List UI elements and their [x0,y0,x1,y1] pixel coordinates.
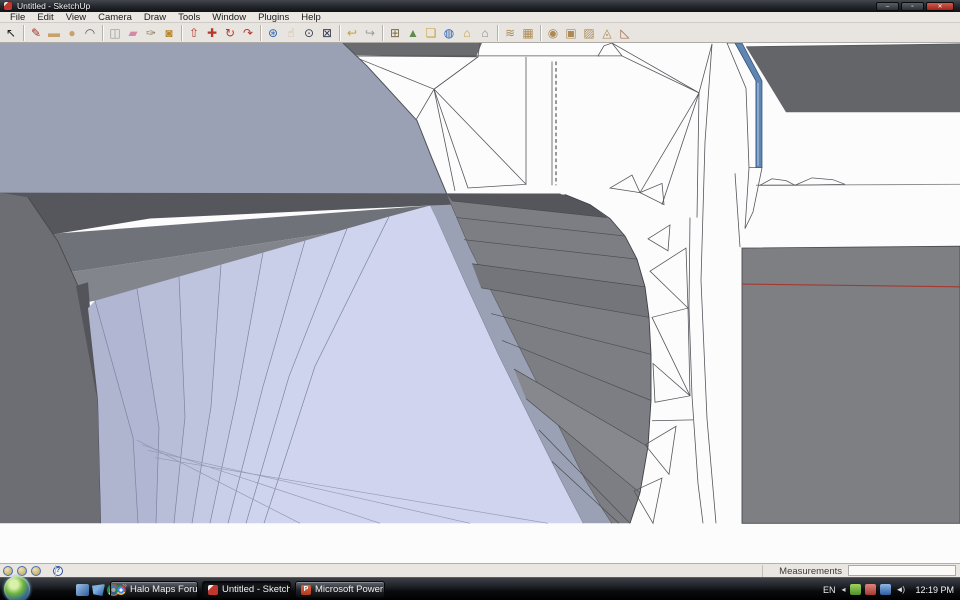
status-coin-2[interactable] [17,566,27,576]
sketchup-window: Untitled - SketchUp – ▫ ✕ File Edit View Ca… [0,0,960,600]
taskbar: » Halo Maps Forum - ... Untitled - Sketc… [0,576,960,600]
taskbar-button-icon [208,584,218,595]
menubar: File Edit View Camera Draw Tools Window Plugins… [0,12,960,23]
start-button[interactable] [4,576,30,600]
menu-draw[interactable]: Draw [138,12,172,23]
taskbar-button-sketchup[interactable]: Untitled - SketchUp [202,581,291,598]
status-icons: ? [3,565,67,577]
window-title: Untitled - SketchUp [17,1,91,11]
horizon-bump [758,178,797,186]
system-tray: EN ◂ ◄) 12:19 PM [823,578,958,600]
next-view-tool[interactable]: ↪ [361,24,379,42]
status-coin-1[interactable] [3,566,13,576]
zoom-extents-tool[interactable]: ⊠ [318,24,336,42]
drape-tool[interactable]: ▨ [580,24,598,42]
model-viewport[interactable] [0,43,960,563]
menu-camera[interactable]: Camera [92,12,138,23]
statusbar: ? Measurements [0,563,960,577]
clock[interactable]: 12:19 PM [915,585,954,595]
circle-tool[interactable]: ● [63,24,81,42]
language-indicator[interactable]: EN [823,585,836,595]
toolbar-separator [540,24,541,41]
horizon-bump [794,177,846,186]
quicklaunch-icon-2[interactable] [92,584,105,596]
toolbar-separator [382,24,383,41]
status-coin-3[interactable] [31,566,41,576]
toolbar-separator [339,24,340,41]
flip-edge-tool[interactable]: ◺ [616,24,634,42]
maximize-button[interactable]: ▫ [901,2,924,11]
offset-tool[interactable]: ↷ [239,24,257,42]
tape-measure-tool[interactable]: ✑ [142,24,160,42]
toolbar-separator [23,24,24,41]
tray-icons: ◄) [850,584,913,595]
measurements-label: Measurements [779,566,842,577]
menu-edit[interactable]: Edit [31,12,59,23]
make-component-tool[interactable]: ◫ [106,24,124,42]
minimize-button[interactable]: – [876,2,899,11]
menu-tools[interactable]: Tools [172,12,206,23]
smoove-tool[interactable]: ◉ [544,24,562,42]
preview-google-earth-tool[interactable]: ◍ [440,24,458,42]
taskbar-button-icon: P [301,584,311,595]
paint-bucket-tool[interactable]: ◙ [160,24,178,42]
menu-file[interactable]: File [4,12,31,23]
photo-textures-tool[interactable]: ❏ [422,24,440,42]
menu-plugins[interactable]: Plugins [252,12,295,23]
rotate-tool[interactable]: ↻ [221,24,239,42]
share-models-tool[interactable]: ⌂ [476,24,494,42]
right-wall-panels [726,43,960,524]
get-current-view-tool[interactable]: ⊞ [386,24,404,42]
sketchup-logo-icon [4,2,12,10]
taskbar-button-label: Microsoft PowerPoi... [315,584,384,595]
close-button[interactable]: ✕ [926,2,954,11]
bottom-right-gray-panel [741,245,960,524]
menu-help[interactable]: Help [295,12,327,23]
previous-view-tool[interactable]: ↩ [343,24,361,42]
orbit-tool[interactable]: ⊛ [264,24,282,42]
toolbar-separator [497,24,498,41]
toolbar-separator [260,24,261,41]
statusbar-divider [55,565,56,577]
taskbar-button-label: Halo Maps Forum - ... [130,584,198,595]
add-detail-tool[interactable]: ◬ [598,24,616,42]
move-tool[interactable]: ✚ [203,24,221,42]
tray-icon-speaker[interactable]: ◄) [895,584,909,595]
stamp-tool[interactable]: ▣ [562,24,580,42]
rectangle-tool[interactable]: ▬ [45,24,63,42]
top-right-gray-band [746,43,960,113]
taskbar-button-powerpoint[interactable]: P Microsoft PowerPoi... [295,581,385,598]
eraser-tool[interactable]: ▰ [124,24,142,42]
tray-icon-green[interactable] [850,584,862,595]
taskbar-button-label: Untitled - SketchUp [222,584,291,595]
toolbar-separator [181,24,182,41]
tray-expand-chevron[interactable]: ◂ [841,585,845,594]
select-tool[interactable]: ↖ [2,24,20,42]
menu-view[interactable]: View [60,12,92,23]
arc-tool[interactable]: ◠ [81,24,99,42]
zoom-tool[interactable]: ⊙ [300,24,318,42]
taskbar-button-halo-maps[interactable]: Halo Maps Forum - ... [110,581,198,598]
sandbox-from-contours-tool[interactable]: ≋ [501,24,519,42]
sandbox-from-scratch-tool[interactable]: ▦ [519,24,537,42]
get-models-tool[interactable]: ⌂ [458,24,476,42]
toolbar-separator [102,24,103,41]
quicklaunch-icon-1[interactable] [76,584,89,596]
tray-icon-red[interactable] [865,584,877,595]
menu-window[interactable]: Window [206,12,252,23]
toggle-terrain-tool[interactable]: ▲ [404,24,422,42]
statusbar-divider [762,565,763,577]
measurements-input[interactable] [848,565,956,576]
taskbar-button-icon [116,584,126,595]
toolbar: ↖ ✎ ▬ ● ◠ ◫ ▰ ✑ ◙ ⇧ ✚ ↻ ↷ ⊛ ☝ ⊙ ⊠ ↩ ↪ ⊞ ▲ ❏ ◍ ⌂ ⌂ ≋ ▦ ◉ ▣ ▨ ◬ ◺ [0,23,960,43]
tray-icon-network[interactable] [880,584,892,595]
push-pull-tool[interactable]: ⇧ [185,24,203,42]
pan-tool[interactable]: ☝ [282,24,300,42]
line-tool[interactable]: ✎ [27,24,45,42]
